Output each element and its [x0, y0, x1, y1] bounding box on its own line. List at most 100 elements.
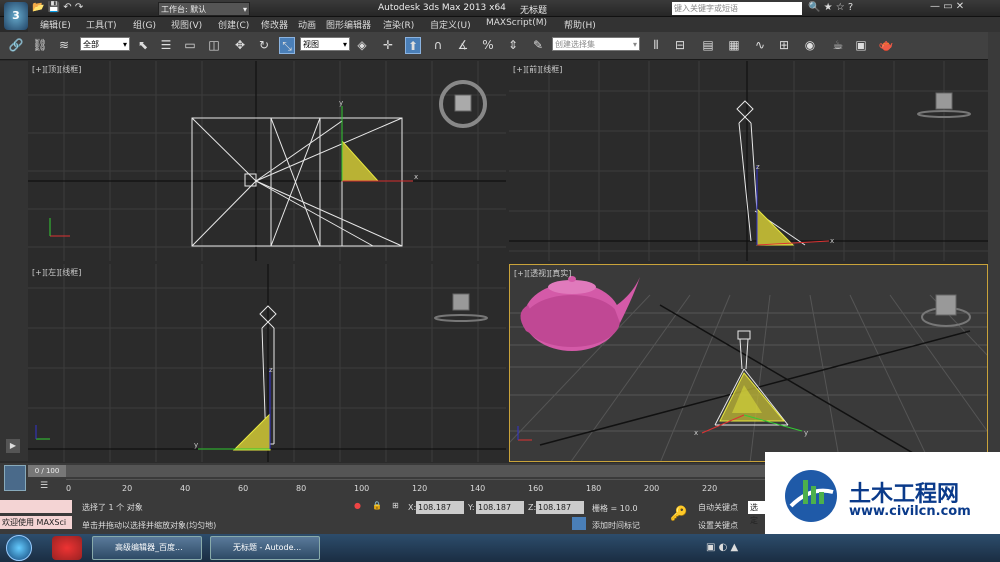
menu-help[interactable]: 帮助(H)	[564, 18, 596, 31]
viewport-label[interactable]: [+][左][线框]	[32, 267, 81, 278]
percent-snap-icon[interactable]: %	[480, 37, 496, 54]
viewport-front[interactable]: [+][前][线框] x z	[509, 61, 988, 261]
svg-text:y: y	[804, 429, 808, 437]
menu-group[interactable]: 组(G)	[133, 18, 156, 31]
angle-snap-icon[interactable]: ∡	[455, 37, 471, 54]
chrome-taskbar-icon[interactable]	[52, 536, 82, 560]
tick-label: 200	[644, 484, 660, 493]
menu-customize[interactable]: 自定义(U)	[430, 18, 471, 31]
material-editor-icon[interactable]: ◉	[802, 37, 818, 54]
key-icon[interactable]: 🔑	[670, 506, 687, 522]
y-coordinate-field[interactable]: 108.187	[476, 501, 524, 514]
mirror-icon[interactable]: ⫴	[648, 37, 664, 54]
menu-create[interactable]: 创建(C)	[218, 18, 249, 31]
render-setup-icon[interactable]: ☕	[830, 37, 846, 54]
graphite-tools-icon[interactable]: ▦	[726, 37, 742, 54]
tick-label: 0	[66, 484, 72, 493]
viewport-label[interactable]: [+][透视][真实]	[514, 268, 571, 279]
set-key-button[interactable]: 设置关键点	[698, 520, 738, 531]
svg-text:x: x	[694, 429, 698, 437]
viewport-layout-icon[interactable]	[4, 465, 26, 491]
lock-icon[interactable]: 🔒	[372, 501, 382, 510]
svg-text:x: x	[830, 237, 834, 245]
pivot-center-icon[interactable]: ◈	[354, 37, 370, 54]
isolate-icon[interactable]: ●	[354, 501, 361, 510]
doc-title: 无标题	[520, 6, 548, 16]
selection-filter-dropdown[interactable]: 全部	[80, 37, 130, 51]
viewport-label[interactable]: [+][顶][线框]	[32, 64, 81, 75]
app-logo-icon[interactable]: 3	[4, 2, 28, 30]
menu-graph-editors[interactable]: 图形编辑器	[326, 18, 371, 31]
help-icons[interactable]: 🔍 ★ ☆ ?	[808, 2, 853, 13]
selected-dropdown[interactable]: 选定	[748, 501, 765, 525]
scale-icon[interactable]: ⤡	[279, 37, 295, 54]
menu-animation[interactable]: 动画	[298, 18, 316, 31]
menu-view[interactable]: 视图(V)	[171, 18, 202, 31]
quick-access-toolbar[interactable]: 📂 💾 ↶ ↷	[32, 2, 83, 13]
layer-manager-icon[interactable]: ▤	[700, 37, 716, 54]
svg-text:y: y	[339, 99, 343, 107]
tick-label: 180	[586, 484, 602, 493]
transform-mode-icon[interactable]: ⊞	[392, 501, 399, 510]
taskbar-item-3dsmax[interactable]: 无标题 - Autode...	[210, 536, 320, 560]
edit-named-selection-icon[interactable]: ✎	[530, 37, 546, 54]
window-crossing-icon[interactable]: ◫	[206, 37, 222, 54]
rotate-icon[interactable]: ↻	[256, 37, 272, 54]
svg-text:y: y	[194, 441, 198, 449]
spinner-snap-icon[interactable]: ⇕	[505, 37, 521, 54]
add-time-tag[interactable]: 添加时间标记	[592, 520, 640, 531]
named-selection-sets-dropdown[interactable]: 创建选择集	[552, 37, 640, 51]
grid-spacing: 栅格 = 10.0	[592, 504, 638, 513]
viewport-top[interactable]: [+][顶][线框] x y	[28, 61, 506, 261]
viewport-left[interactable]: [+][左][线框] y z	[28, 264, 506, 462]
rect-selection-icon[interactable]: ▭	[182, 37, 198, 54]
snaps-toggle-icon[interactable]: ∩	[430, 37, 446, 54]
x-coordinate-field[interactable]: 108.187	[416, 501, 464, 514]
viewport-label[interactable]: [+][前][线框]	[513, 64, 562, 75]
auto-key-button[interactable]: 自动关键点	[698, 502, 738, 513]
menu-edit[interactable]: 编辑(E)	[40, 18, 71, 31]
move-icon[interactable]: ✥	[232, 37, 248, 54]
window-controls[interactable]: — ▭ ✕	[930, 1, 964, 12]
taskbar-item-editor[interactable]: 高级编辑器_百度...	[92, 536, 202, 560]
svg-text:x: x	[414, 173, 418, 181]
curve-editor-icon[interactable]: ∿	[752, 37, 768, 54]
menu-tools[interactable]: 工具(T)	[86, 18, 117, 31]
track-bar[interactable]: 0 20 40 60 80 100 120 140 160 180 200 22…	[66, 479, 766, 494]
track-view-icon[interactable]: ☰	[36, 479, 52, 493]
search-input[interactable]: 键入关键字或短语	[672, 2, 802, 15]
link-icon[interactable]: 🔗	[8, 37, 24, 54]
menu-maxscript[interactable]: MAXScript(M)	[486, 18, 547, 28]
select-by-name-icon[interactable]: ☰	[158, 37, 174, 54]
rendered-frame-icon[interactable]: ▣	[853, 37, 869, 54]
unlink-icon[interactable]: ⛓	[32, 37, 48, 54]
keyboard-shortcut-toggle-icon[interactable]: ⬆	[405, 37, 421, 54]
time-position-text: 0 / 100	[34, 467, 60, 475]
start-button-icon[interactable]	[6, 535, 32, 561]
maxscript-listener[interactable]: 欢迎使用 MAXSci	[0, 516, 72, 529]
selection-status: 选择了 1 个 对象	[82, 503, 143, 512]
viewport-perspective[interactable]: [+][透视][真实] x y	[509, 264, 988, 462]
schematic-view-icon[interactable]: ⊞	[776, 37, 792, 54]
align-icon[interactable]: ⊟	[672, 37, 688, 54]
tray-icons[interactable]: ▣ ◐ ▲	[706, 542, 738, 553]
expand-arrow-icon[interactable]: ▶	[6, 439, 20, 453]
maxscript-mini-bar[interactable]	[0, 500, 72, 513]
select-object-icon[interactable]: ⬉	[135, 37, 151, 54]
time-slider-thumb[interactable]: 0 / 100	[28, 465, 66, 477]
menu-rendering[interactable]: 渲染(R)	[383, 18, 414, 31]
ref-coord-dropdown[interactable]: 视图	[300, 37, 350, 51]
watermark: 土木工程网 www.civilcn.com	[765, 452, 1000, 534]
watermark-url: www.civilcn.com	[849, 504, 971, 519]
workspace-dropdown[interactable]: 工作台: 默认	[158, 2, 250, 16]
bind-space-warp-icon[interactable]: ≋	[56, 37, 72, 54]
command-panel-edge[interactable]	[988, 32, 1000, 462]
menu-modifiers[interactable]: 修改器	[261, 18, 288, 31]
render-production-icon[interactable]: 🫖	[878, 37, 894, 54]
z-coordinate-field[interactable]: 108.187	[536, 501, 584, 514]
tick-label: 40	[180, 484, 191, 493]
watermark-logo-icon	[785, 470, 837, 522]
select-manipulate-icon[interactable]: ✛	[380, 37, 396, 54]
left-strip: ▶	[0, 61, 28, 461]
time-tag-icon[interactable]	[572, 517, 586, 530]
